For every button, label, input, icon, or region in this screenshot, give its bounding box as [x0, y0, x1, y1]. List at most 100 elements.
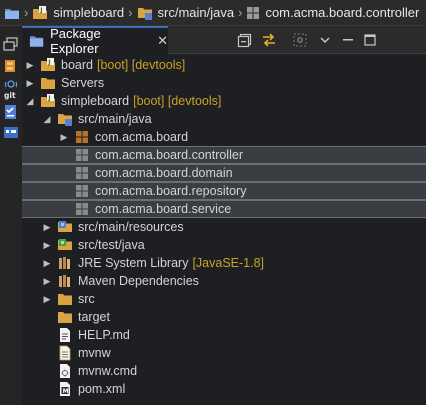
- svg-text:M: M: [63, 388, 69, 395]
- tree-item-decoration: [JavaSE-1.8]: [192, 256, 265, 270]
- tree-item-label: mvnw.cmd: [78, 364, 138, 378]
- folder-icon: [57, 291, 73, 307]
- view-tab-bar: Package Explorer ✕: [22, 26, 426, 56]
- folder-icon: [5, 8, 19, 19]
- tree-item-label: src/main/resources: [78, 220, 184, 234]
- chevron-down-icon[interactable]: ◢: [25, 96, 35, 106]
- tree-item-maven-dependencies[interactable]: ▶ Maven Dependencies: [22, 272, 426, 290]
- tree-item-mvnw-cmd[interactable]: mvnw.cmd: [22, 362, 426, 380]
- tree-item-decoration: [boot] [devtools]: [96, 58, 186, 72]
- folder-icon: [57, 309, 73, 325]
- source-folder-icon: [57, 111, 73, 127]
- tree-item-src[interactable]: ▶ src: [22, 290, 426, 308]
- tree-item-label: HELP.md: [78, 328, 130, 342]
- tree-item-label: src/main/java: [78, 112, 152, 126]
- focus-icon[interactable]: [292, 32, 308, 48]
- tree-item-decoration: [boot] [devtools]: [133, 94, 222, 108]
- maximize-icon[interactable]: [362, 32, 378, 48]
- task-list-icon[interactable]: [2, 104, 20, 120]
- tree-item-label: Maven Dependencies: [78, 274, 199, 288]
- breadcrumb-view-menu[interactable]: [4, 6, 20, 20]
- maven-project-icon: J: [40, 93, 56, 109]
- tree-item-package-repository[interactable]: com.acma.board.repository: [22, 182, 426, 200]
- empty-package-icon: [74, 147, 90, 163]
- tree-item-package-service[interactable]: com.acma.board.service: [22, 200, 426, 218]
- chevron-right-icon[interactable]: ▶: [25, 60, 35, 70]
- markdown-file-icon: [57, 327, 73, 343]
- xml-file-icon: M: [57, 381, 73, 397]
- link-with-editor-icon[interactable]: [261, 32, 277, 48]
- folder-icon: [40, 75, 56, 91]
- console-view-icon[interactable]: [2, 124, 20, 140]
- empty-package-icon: [74, 183, 90, 199]
- empty-package-icon: [74, 201, 90, 217]
- chevron-down-icon[interactable]: [317, 32, 333, 48]
- tree-item-label: pom.xml: [78, 382, 126, 396]
- breadcrumb-package-label: com.acma.board.controller: [265, 5, 420, 20]
- package-explorer-view: Package Explorer ✕ ▶ J board [boot] [dev…: [22, 26, 426, 405]
- left-toolbar: git: [0, 26, 22, 405]
- tree-item-package-controller[interactable]: com.acma.board.controller: [22, 146, 426, 164]
- tree-item-src-test-java[interactable]: ▶ src/test/java: [22, 236, 426, 254]
- collapse-all-icon[interactable]: [237, 32, 253, 48]
- tree-item-label: com.acma.board.service: [95, 202, 232, 216]
- chevron-down-icon[interactable]: ◢: [42, 114, 52, 124]
- tree-item-label: com.acma.board.domain: [95, 166, 233, 180]
- tree-item-src-main-java[interactable]: ◢ src/main/java: [22, 110, 426, 128]
- chevron-right-icon[interactable]: ▶: [42, 276, 52, 286]
- tree-item-package-domain[interactable]: com.acma.board.domain: [22, 164, 426, 182]
- empty-package-icon: [74, 165, 90, 181]
- tree-item-mvnw[interactable]: mvnw: [22, 344, 426, 362]
- tree-item-label: JRE System Library: [78, 256, 189, 270]
- breadcrumb: › J simpleboard › src/main/java › com.ac…: [0, 0, 426, 26]
- tree-item-help-md[interactable]: HELP.md: [22, 326, 426, 344]
- tree-item-label: target: [78, 310, 110, 324]
- tree-item-target[interactable]: target: [22, 308, 426, 326]
- servers-view-icon[interactable]: [2, 58, 20, 74]
- tree-item-label: com.acma.board: [95, 130, 189, 144]
- tree-item-label: src: [78, 292, 95, 306]
- svg-text:J: J: [40, 6, 43, 14]
- tree-item-simpleboard[interactable]: ◢ J simpleboard [boot] [devtools]: [22, 92, 426, 110]
- tree-item-label: board: [61, 58, 93, 72]
- chevron-right-icon[interactable]: ▶: [42, 294, 52, 304]
- breadcrumb-separator: ›: [24, 5, 29, 20]
- svg-text:J: J: [47, 94, 50, 102]
- breadcrumb-package[interactable]: com.acma.board.controller: [246, 5, 419, 20]
- chevron-right-icon[interactable]: ▶: [42, 222, 52, 232]
- tree-item-label: simpleboard: [61, 94, 130, 108]
- project-icon: J: [33, 5, 48, 19]
- chevron-right-icon[interactable]: ▶: [25, 78, 35, 88]
- package-icon: [74, 129, 90, 145]
- script-file-icon: [57, 363, 73, 379]
- breadcrumb-separator: ›: [128, 5, 133, 20]
- tab-title: Package Explorer: [50, 26, 101, 56]
- tree-item-pom-xml[interactable]: M pom.xml: [22, 380, 426, 398]
- tree-item-jre-system-library[interactable]: ▶ JRE System Library [JavaSE-1.8]: [22, 254, 426, 272]
- chevron-right-icon[interactable]: ▶: [59, 132, 69, 142]
- git-view-icon[interactable]: git: [2, 78, 20, 100]
- tree-item-servers[interactable]: ▶ Servers: [22, 74, 426, 92]
- text-file-icon: [57, 345, 73, 361]
- tab-package-explorer[interactable]: Package Explorer ✕: [22, 26, 168, 56]
- chevron-right-icon[interactable]: ▶: [42, 258, 52, 268]
- tree-item-board[interactable]: ▶ J board [boot] [devtools]: [22, 56, 426, 74]
- chevron-right-icon[interactable]: ▶: [42, 240, 52, 250]
- minimize-icon[interactable]: [340, 32, 356, 48]
- restore-icon[interactable]: [2, 36, 20, 52]
- breadcrumb-separator: ›: [238, 5, 243, 20]
- maven-project-icon: J: [40, 57, 56, 73]
- tree-item-label: src/test/java: [78, 238, 145, 252]
- tree-item-package[interactable]: ▶ com.acma.board: [22, 128, 426, 146]
- tree-item-label: mvnw: [78, 346, 111, 360]
- breadcrumb-project-label: simpleboard: [53, 5, 125, 20]
- source-folder-icon: [137, 7, 152, 20]
- breadcrumb-project[interactable]: J simpleboard: [32, 5, 124, 21]
- tree-item-label: Servers: [61, 76, 105, 90]
- svg-text:git: git: [4, 91, 16, 100]
- close-icon[interactable]: ✕: [157, 33, 168, 49]
- breadcrumb-source-folder[interactable]: src/main/java: [137, 5, 234, 21]
- library-icon: [57, 255, 73, 271]
- library-icon: [57, 273, 73, 289]
- tree-item-src-main-resources[interactable]: ▶ src/main/resources: [22, 218, 426, 236]
